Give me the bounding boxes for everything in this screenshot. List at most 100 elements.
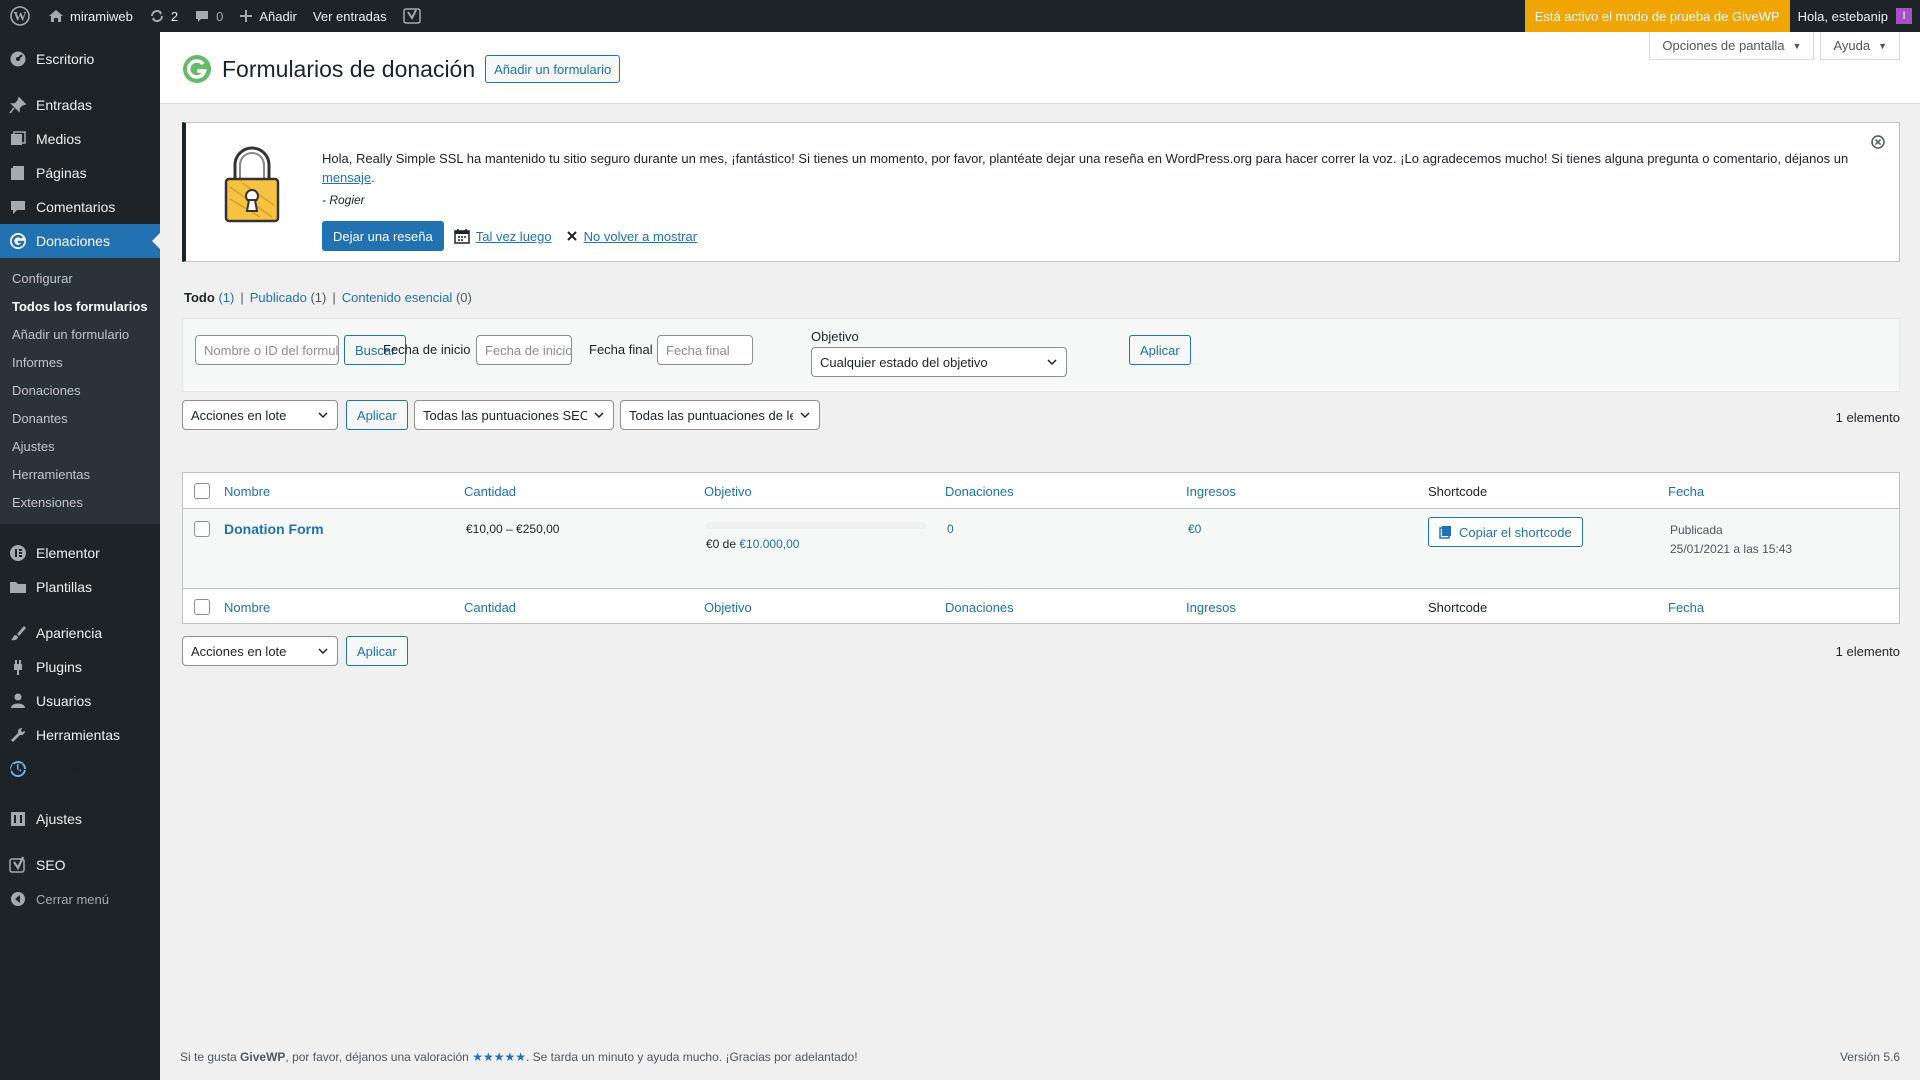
updates-icon xyxy=(150,10,163,22)
view-posts-link[interactable]: Ver entradas xyxy=(305,0,395,32)
form-date: 25/01/2021 a las 15:43 xyxy=(1670,542,1793,556)
copy-shortcode-label: Copiar el shortcode xyxy=(1459,524,1572,540)
menu-item-donaciones[interactable]: Donaciones xyxy=(0,224,160,258)
readability-score-filter[interactable]: Todas las puntuaciones de legibilidad xyxy=(620,400,820,430)
bulk-apply-button-top[interactable]: Aplicar xyxy=(346,400,408,430)
col-nombre-footer[interactable]: Nombre xyxy=(224,600,270,615)
goal-prefix: €0 de xyxy=(706,537,740,551)
add-form-button[interactable]: Añadir un formulario xyxy=(485,55,621,83)
col-cantidad[interactable]: Cantidad xyxy=(464,484,516,499)
updates-link[interactable]: 2 xyxy=(141,0,186,32)
view-all-link[interactable]: Todo (1) xyxy=(184,290,234,305)
menu-item-usuarios[interactable]: Usuarios xyxy=(0,684,160,718)
col-nombre[interactable]: Nombre xyxy=(224,484,270,499)
col-donaciones[interactable]: Donaciones xyxy=(945,484,1014,499)
collapse-menu-button[interactable]: Cerrar menú xyxy=(0,882,160,916)
menu-item-ajustes[interactable]: Ajustes xyxy=(0,802,160,836)
caret-down-icon: ▼ xyxy=(1878,40,1887,51)
col-cantidad-footer[interactable]: Cantidad xyxy=(464,600,516,615)
row-checkbox[interactable] xyxy=(194,521,210,537)
wordpress-logo-icon[interactable]: W xyxy=(0,0,40,32)
menu-item-plantillas[interactable]: Plantillas xyxy=(0,570,160,604)
select-all-checkbox[interactable] xyxy=(194,483,210,499)
menu-item-elementor[interactable]: Elementor xyxy=(0,536,160,570)
help-button[interactable]: Ayuda ▼ xyxy=(1820,32,1900,60)
select-all-checkbox-bottom[interactable] xyxy=(194,599,210,615)
screen-options-button[interactable]: Opciones de pantalla ▼ xyxy=(1649,32,1815,60)
submenu-configurar[interactable]: Configurar xyxy=(0,265,160,293)
seo-score-filter[interactable]: Todas las puntuaciones SEO xyxy=(414,400,614,430)
submenu-donantes[interactable]: Donantes xyxy=(0,405,160,433)
view-published-link[interactable]: Publicado (1) xyxy=(250,290,327,305)
menu-label: Donaciones xyxy=(36,233,110,249)
goal-target-link[interactable]: €10.000,00 xyxy=(739,537,799,551)
maybe-later-link[interactable]: Tal vez luego xyxy=(453,228,552,244)
my-account-menu[interactable]: Hola, estebanip I xyxy=(1790,0,1920,32)
collapse-icon xyxy=(9,890,27,908)
menu-item-entradas[interactable]: Entradas xyxy=(0,88,160,122)
menu-item-all-in-one-migration[interactable]: All-in-One WP Migration xyxy=(0,752,160,802)
notice-actions: Dejar una reseña Tal vez luego No volver… xyxy=(322,221,697,251)
comments-link[interactable]: 0 xyxy=(186,0,231,32)
form-status: Publicada xyxy=(1670,523,1723,537)
submenu-extensiones[interactable]: Extensiones xyxy=(0,489,160,517)
income-link[interactable]: €0 xyxy=(1188,522,1201,536)
menu-item-apariencia[interactable]: Apariencia xyxy=(0,616,160,650)
menu-item-comentarios[interactable]: Comentarios xyxy=(0,190,160,224)
comments-count: 0 xyxy=(216,8,224,24)
bulk-apply-button-bottom[interactable]: Aplicar xyxy=(346,636,408,666)
view-essential-link[interactable]: Contenido esencial (0) xyxy=(342,290,472,305)
yoast-seo-menu[interactable] xyxy=(395,0,429,32)
menu-item-plugins[interactable]: Plugins xyxy=(0,650,160,684)
admin-bar: W miramiweb 2 0 Añadir Ver entradas Está… xyxy=(0,0,1920,32)
notice-dismiss-icon[interactable] xyxy=(1871,135,1885,149)
submenu-informes[interactable]: Informes xyxy=(0,349,160,377)
submenu-todos-los-formularios[interactable]: Todos los formularios xyxy=(0,293,160,321)
caret-down-icon: ▼ xyxy=(1792,40,1802,51)
notice-text: Hola, Really Simple SSL ha mantenido tu … xyxy=(322,151,1849,166)
search-input[interactable]: Nombre o ID del formulario xyxy=(195,335,339,365)
test-mode-notice[interactable]: Está activo el modo de prueba de GiveWP xyxy=(1524,0,1790,32)
submenu-ajustes[interactable]: Ajustes xyxy=(0,433,160,461)
page-title: Formularios de donación xyxy=(222,55,476,82)
page-header: Formularios de donación Añadir un formul… xyxy=(160,32,1920,104)
filters-apply-button[interactable]: Aplicar xyxy=(1129,335,1191,365)
col-objetivo-footer[interactable]: Objetivo xyxy=(704,600,752,615)
col-fecha[interactable]: Fecha xyxy=(1668,484,1704,499)
site-name-link[interactable]: miramiweb xyxy=(40,0,141,32)
col-ingresos[interactable]: Ingresos xyxy=(1186,484,1236,499)
rating-stars-link[interactable]: ★★★★★ xyxy=(472,1050,526,1064)
menu-item-medios[interactable]: Medios xyxy=(0,122,160,156)
menu-item-escritorio[interactable]: Escritorio xyxy=(0,42,160,76)
menu-item-herramientas[interactable]: Herramientas xyxy=(0,718,160,752)
submenu-anadir-formulario[interactable]: Añadir un formulario xyxy=(0,321,160,349)
dismiss-forever-link[interactable]: No volver a mostrar xyxy=(566,229,697,244)
add-new-label: Añadir xyxy=(259,8,297,24)
form-name-link[interactable]: Donation Form xyxy=(224,521,324,537)
menu-item-paginas[interactable]: Páginas xyxy=(0,156,160,190)
end-date-label: Fecha final xyxy=(589,342,653,357)
col-donaciones-footer[interactable]: Donaciones xyxy=(945,600,1014,615)
add-new-link[interactable]: Añadir xyxy=(231,0,305,32)
menu-label: Medios xyxy=(36,131,82,147)
col-fecha-footer[interactable]: Fecha xyxy=(1668,600,1704,615)
end-date-input[interactable]: Fecha final xyxy=(657,335,753,365)
donations-count-link[interactable]: 0 xyxy=(947,522,954,536)
notice-message-link[interactable]: mensaje xyxy=(322,170,371,185)
footer-text-pre: Si te gusta xyxy=(180,1050,241,1064)
bulk-actions-select-bottom[interactable]: Acciones en lote xyxy=(182,636,338,666)
submenu-donaciones[interactable]: Donaciones xyxy=(0,377,160,405)
view-all-label: Todo xyxy=(184,290,215,305)
goal-status-select[interactable]: Cualquier estado del objetivo xyxy=(811,347,1067,377)
leave-review-button[interactable]: Dejar una reseña xyxy=(322,221,444,251)
bulk-actions-select-top[interactable]: Acciones en lote xyxy=(182,400,338,430)
footer-text-post: . Se tarda un minuto y ayuda mucho. ¡Gra… xyxy=(526,1050,858,1064)
col-ingresos-footer[interactable]: Ingresos xyxy=(1186,600,1236,615)
admin-footer-text: Si te gusta GiveWP, por favor, déjanos u… xyxy=(180,1050,858,1064)
start-date-input[interactable]: Fecha de inicio xyxy=(476,335,572,365)
submenu-herramientas[interactable]: Herramientas xyxy=(0,461,160,489)
bulk-actions-value: Acciones en lote xyxy=(191,407,287,423)
menu-item-seo[interactable]: SEO xyxy=(0,848,160,882)
col-objetivo[interactable]: Objetivo xyxy=(704,484,752,499)
copy-shortcode-button[interactable]: Copiar el shortcode xyxy=(1428,517,1583,547)
